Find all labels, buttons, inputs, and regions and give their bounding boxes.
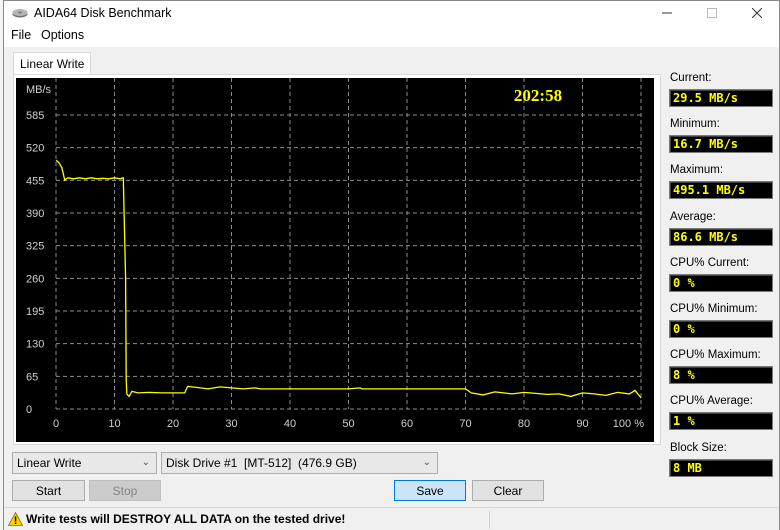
y-axis-label: MB/s — [26, 84, 52, 96]
test-type-select[interactable]: Linear Write ⌄ — [12, 452, 157, 474]
stat-label-minimum: Minimum: — [670, 118, 720, 131]
close-icon — [752, 8, 762, 18]
status-divider — [489, 511, 490, 529]
menu-file[interactable]: File — [11, 28, 31, 42]
stat-value-cpu-minimum: 0 % — [669, 320, 773, 338]
menu-bar: File Options — [4, 25, 779, 47]
y-tick-label: 65 — [26, 371, 38, 383]
drive-select[interactable]: Disk Drive #1 [MT-512] (476.9 GB) ⌄ — [161, 452, 438, 474]
x-tick-label: 60 — [401, 418, 413, 430]
stat-label-average: Average: — [670, 210, 716, 223]
elapsed-timer: 202:58 — [514, 86, 562, 105]
window-title: AIDA64 Disk Benchmark — [34, 6, 172, 20]
save-button[interactable]: Save — [394, 480, 466, 501]
status-bar: Write tests will DESTROY ALL DATA on the… — [4, 507, 779, 530]
x-tick-label: 10 — [108, 418, 120, 430]
title-bar[interactable]: AIDA64 Disk Benchmark — [4, 1, 779, 25]
test-type-value: Linear Write — [17, 456, 82, 470]
x-tick-label: 100 % — [613, 418, 644, 430]
warning-text: Write tests will DESTROY ALL DATA on the… — [26, 512, 346, 526]
stat-label-cpu-minimum: CPU% Minimum: — [670, 303, 758, 315]
x-tick-label: 40 — [284, 418, 296, 430]
close-button[interactable] — [734, 1, 780, 25]
stat-label-cpu-current: CPU% Current: — [670, 256, 750, 269]
y-tick-label: 520 — [26, 143, 44, 155]
menu-options[interactable]: Options — [41, 28, 84, 42]
y-tick-label: 130 — [26, 339, 44, 351]
minimize-icon — [662, 12, 672, 14]
y-tick-label: 585 — [26, 110, 44, 122]
maximize-icon — [707, 8, 717, 18]
y-tick-label: 325 — [26, 241, 44, 253]
drive-value: Disk Drive #1 [MT-512] (476.9 GB) — [166, 456, 357, 470]
maximize-button[interactable] — [689, 1, 735, 25]
tab-strip: Linear Write — [4, 47, 664, 76]
stat-label-current: Current: — [670, 72, 712, 84]
stat-value-minimum: 16.7 MB/s — [669, 135, 773, 154]
series-line-linear-write — [55, 159, 642, 399]
stat-value-cpu-current: 0 % — [669, 273, 773, 292]
stop-button[interactable]: Stop — [89, 480, 161, 501]
stat-value-current: 29.5 MB/s — [669, 89, 773, 107]
chart-svg: 0 65 130 195 260 325 390 455 520 585 0 10 20 30 40 50 60… — [26, 78, 644, 430]
stat-value-block-size: 8 MB — [669, 458, 773, 477]
x-tick-label: 20 — [167, 418, 179, 430]
aida64-disk-benchmark-window: AIDA64 Disk Benchmark File Options Linea… — [3, 0, 780, 530]
minimize-button[interactable] — [644, 1, 690, 25]
x-tick-label: 0 — [53, 418, 59, 430]
x-tick-label: 30 — [225, 418, 237, 430]
y-tick-label: 195 — [26, 306, 44, 318]
tab-linear-write[interactable]: Linear Write — [13, 52, 92, 76]
chevron-down-icon: ⌄ — [141, 457, 150, 468]
y-tick-label: 0 — [26, 404, 32, 416]
x-tick-label: 90 — [576, 418, 588, 430]
stat-label-cpu-average: CPU% Average: — [670, 395, 753, 408]
y-tick-label: 455 — [26, 175, 44, 187]
chevron-down-icon: ⌄ — [422, 457, 431, 468]
stat-value-average: 86.6 MB/s — [669, 227, 773, 246]
warning-icon — [8, 512, 23, 526]
stat-label-cpu-maximum: CPU% Maximum: — [670, 349, 761, 362]
stat-value-cpu-maximum: 8 % — [669, 366, 773, 385]
clear-button[interactable]: Clear — [472, 480, 544, 501]
stat-value-maximum: 495.1 MB/s — [669, 181, 773, 200]
y-tick-label: 260 — [26, 273, 44, 285]
benchmark-chart: 0 65 130 195 260 325 390 455 520 585 0 10 20 30 40 50 60… — [16, 78, 654, 442]
stat-label-block-size: Block Size: — [670, 441, 727, 454]
x-tick-label: 50 — [342, 418, 354, 430]
stat-label-maximum: Maximum: — [670, 164, 724, 177]
x-tick-label: 80 — [518, 418, 530, 430]
disk-drive-icon — [12, 9, 28, 18]
y-tick-label: 390 — [26, 208, 44, 220]
x-tick-label: 70 — [459, 418, 471, 430]
start-button[interactable]: Start — [12, 480, 85, 501]
stat-value-cpu-average: 1 % — [669, 412, 773, 431]
